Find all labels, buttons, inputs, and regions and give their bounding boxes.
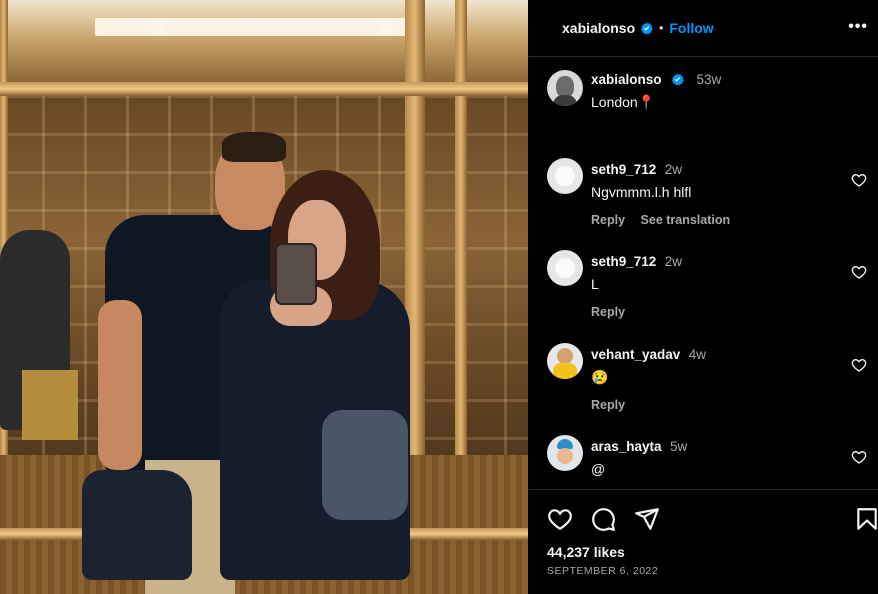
avatar[interactable] <box>547 250 583 286</box>
comment-item: seth9_712 2w Ngvmmm.l.h hlfl Reply See t… <box>547 158 867 238</box>
comment-username[interactable]: vehant_yadav <box>591 347 680 362</box>
comment-time[interactable]: 2w <box>665 162 682 177</box>
reply-button[interactable]: Reply <box>591 398 625 412</box>
avatar[interactable] <box>547 343 583 379</box>
caption-username[interactable]: xabialonso <box>591 72 662 87</box>
comment-item: aras_hayta 5w @ <box>547 435 867 489</box>
comment-content: vehant_yadav 4w 😢 Reply <box>591 346 841 412</box>
avatar[interactable] <box>547 70 583 106</box>
more-icon[interactable]: ••• <box>848 18 868 36</box>
elevator-ceiling <box>0 0 528 95</box>
comment-icon[interactable] <box>590 506 616 532</box>
reply-button[interactable]: Reply <box>591 213 625 227</box>
comments-list[interactable]: xabialonso 53w London📍 seth9_712 2w Ngvm… <box>528 57 878 489</box>
man-arm <box>98 300 142 470</box>
comment-time[interactable]: 2w <box>665 254 682 269</box>
ceiling-light <box>382 22 390 30</box>
comment-username[interactable]: seth9_712 <box>591 254 656 269</box>
comment-username[interactable]: seth9_712 <box>591 162 656 177</box>
comment-item: vehant_yadav 4w 😢 Reply <box>547 343 867 423</box>
avatar[interactable] <box>547 158 583 194</box>
caption: xabialonso 53w London📍 <box>547 70 867 120</box>
likes-count[interactable]: 44,237 likes <box>547 544 625 560</box>
reflection-person <box>22 370 78 440</box>
phone <box>275 243 317 305</box>
comment-time[interactable]: 5w <box>670 439 687 454</box>
comment-actions: Reply <box>591 398 841 412</box>
post-header: xabialonso • Follow ••• <box>528 0 878 57</box>
jacket <box>82 470 192 580</box>
reply-button[interactable]: Reply <box>591 305 625 319</box>
comment-actions: Reply <box>591 305 841 319</box>
comment-content: seth9_712 2w Ngvmmm.l.h hlfl Reply See t… <box>591 161 841 227</box>
post-side-panel: xabialonso • Follow ••• xabialonso 53w L… <box>528 0 878 594</box>
heart-icon[interactable] <box>851 264 867 280</box>
author-username[interactable]: xabialonso <box>562 20 635 36</box>
comment-text: L <box>591 276 599 292</box>
share-icon[interactable] <box>634 506 660 532</box>
heart-icon[interactable] <box>547 506 573 532</box>
caption-time[interactable]: 53w <box>696 72 721 87</box>
comment-content: aras_hayta 5w @ <box>591 438 841 478</box>
post-image[interactable] <box>0 0 528 594</box>
comment-actions: Reply See translation <box>591 213 841 227</box>
separator-dot: • <box>659 21 664 35</box>
heart-icon[interactable] <box>851 449 867 465</box>
comment-username[interactable]: aras_hayta <box>591 439 662 454</box>
verified-badge-icon <box>640 21 654 35</box>
verified-badge-icon <box>671 73 684 86</box>
handbag <box>322 410 408 520</box>
post-date[interactable]: SEPTEMBER 6, 2022 <box>547 565 658 577</box>
comment-item: seth9_712 2w L Reply <box>547 250 867 330</box>
ceiling-light <box>155 22 163 30</box>
heart-icon[interactable] <box>851 172 867 188</box>
comment-text: @ <box>591 461 606 477</box>
bookmark-icon[interactable] <box>854 506 878 532</box>
avatar[interactable] <box>547 435 583 471</box>
follow-button[interactable]: Follow <box>669 20 713 36</box>
heart-icon[interactable] <box>851 357 867 373</box>
see-translation-button[interactable]: See translation <box>641 213 731 227</box>
caption-body: London📍 <box>591 94 656 110</box>
comment-text: Ngvmmm.l.h hlfl <box>591 184 692 200</box>
ceiling-light-panel <box>95 18 425 36</box>
caption-text: xabialonso 53w London📍 <box>591 71 841 111</box>
comment-content: seth9_712 2w L Reply <box>591 253 841 319</box>
post-footer: 44,237 likes SEPTEMBER 6, 2022 <box>528 489 878 594</box>
comment-text: 😢 <box>591 369 609 385</box>
comment-time[interactable]: 4w <box>689 347 706 362</box>
mirror-frame <box>0 82 528 96</box>
man-hair <box>222 132 286 162</box>
